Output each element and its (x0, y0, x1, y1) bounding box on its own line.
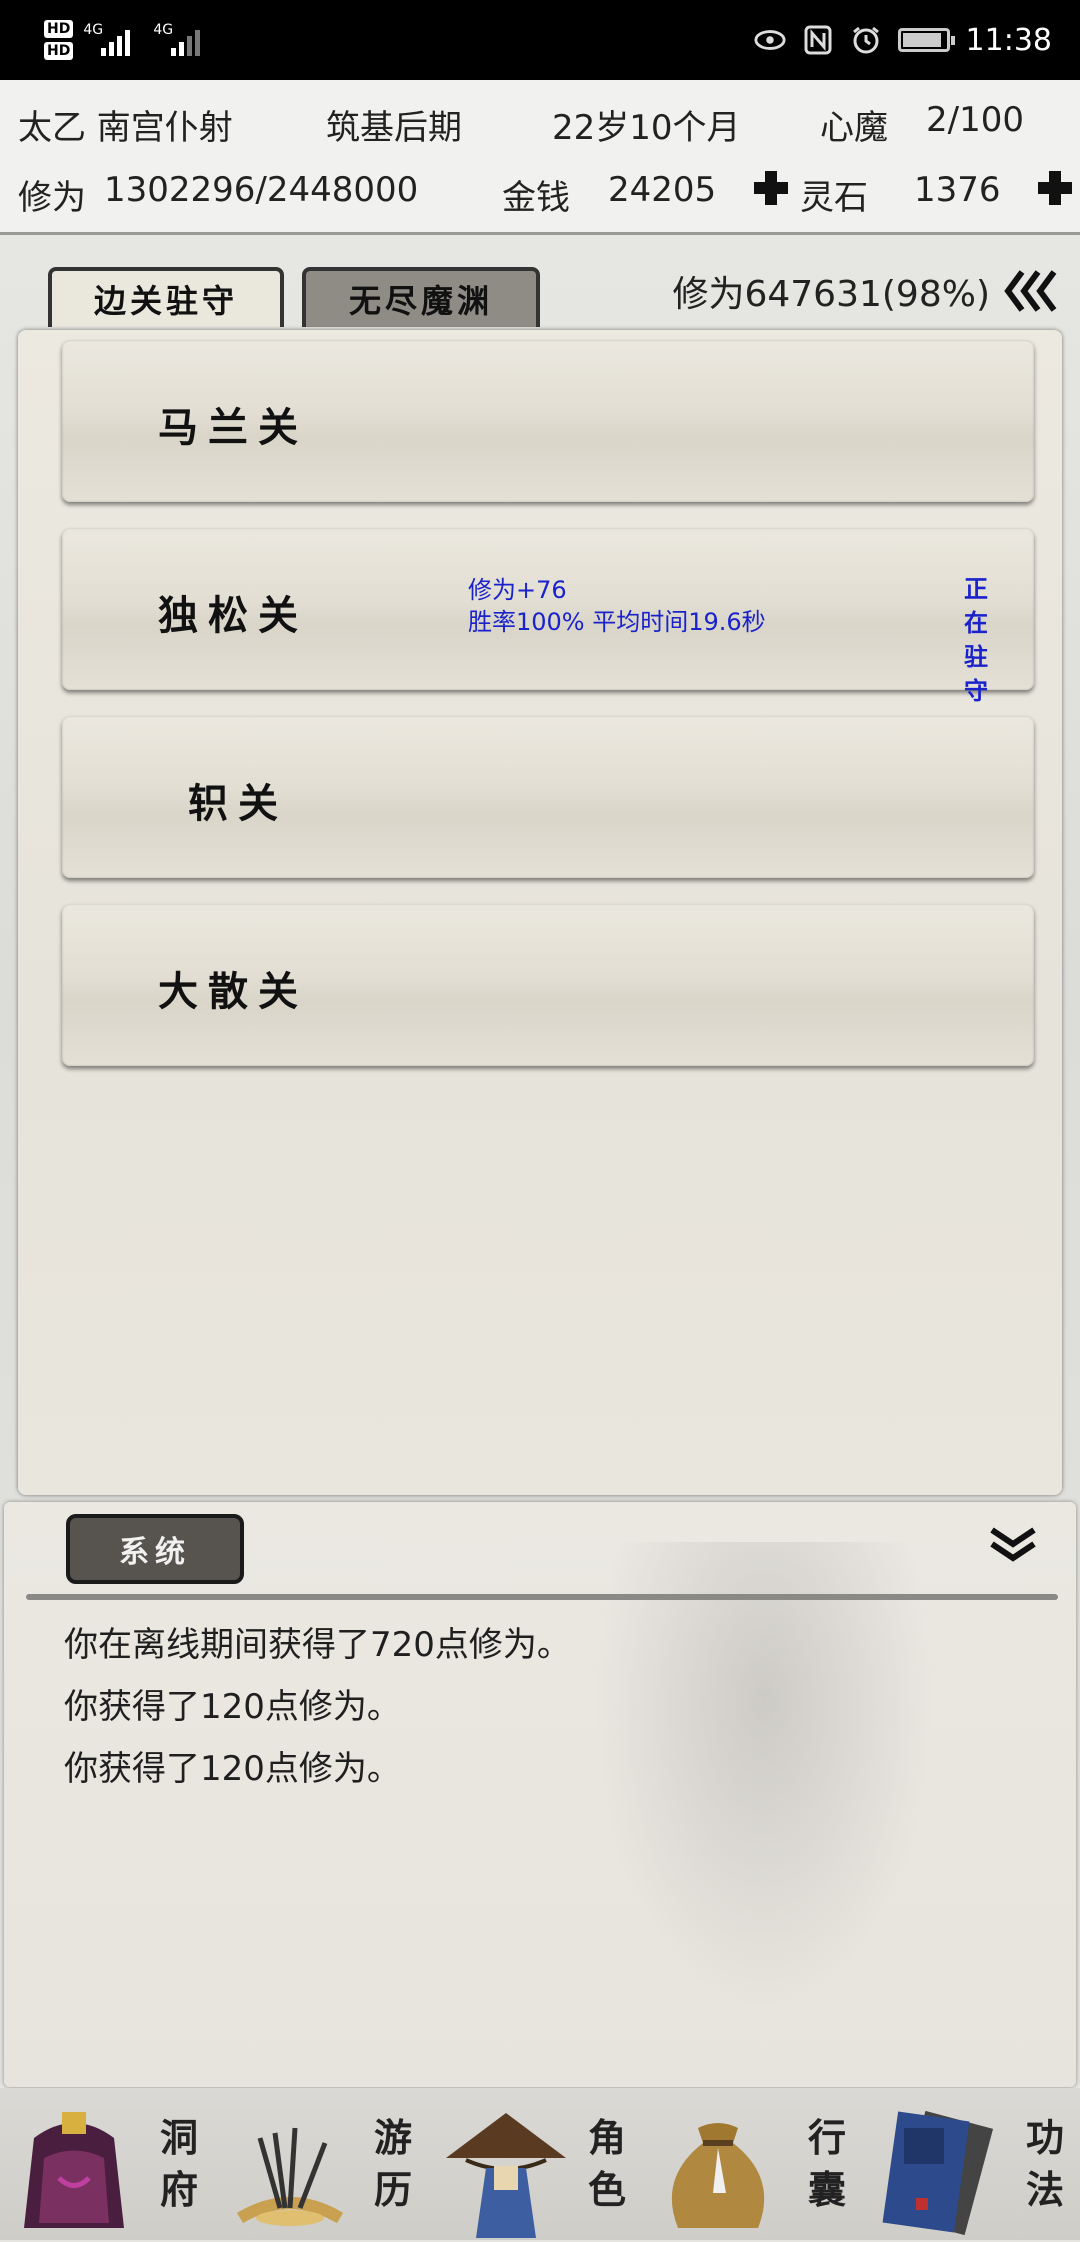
nfc-icon (802, 24, 834, 56)
pass-list-panel: 马兰关 独松关 修为+76 胜率100% 平均时间19.6秒 正在驻守 轵关 大… (18, 330, 1062, 1495)
clock: 11:38 (965, 22, 1052, 58)
double-chevron-down-icon[interactable] (986, 1524, 1040, 1564)
battery-icon (897, 28, 955, 52)
pass-card-malan[interactable]: 马兰关 (62, 340, 1034, 502)
nav-label: 游历 (373, 2115, 412, 2212)
log-messages: 你在离线期间获得了720点修为。 你获得了120点修为。 你获得了120点修为。 (64, 1614, 571, 1800)
pass-reward: 修为+76 (468, 576, 567, 604)
money-value: 24205 (608, 170, 717, 210)
pass-name: 轵关 (188, 780, 288, 827)
pass-card-zhi[interactable]: 轵关 (62, 716, 1034, 878)
signal-1-icon: 4G (83, 20, 143, 60)
message-log-panel: 系统 你在离线期间获得了720点修为。 你获得了120点修为。 你获得了120点… (4, 1502, 1076, 2087)
nav-label: 行囊 (807, 2115, 846, 2212)
player-name: 太乙 南宫仆射 (18, 108, 233, 148)
log-message: 你在离线期间获得了720点修为。 (64, 1625, 571, 1665)
pass-name: 大散关 (158, 968, 308, 1015)
nav-character[interactable]: 角色 (432, 2088, 648, 2240)
alarm-icon (850, 24, 882, 56)
money-label: 金钱 (502, 178, 570, 218)
plus-icon (752, 169, 790, 207)
heart-demon-value: 2/100 (926, 100, 1024, 140)
nav-cave-dwelling[interactable]: 洞府 (0, 2088, 216, 2240)
player-info-row-1: 太乙 南宫仆射 筑基后期 22岁10个月 心魔 2/100 (0, 88, 1080, 158)
pass-card-dusong[interactable]: 独松关 修为+76 胜率100% 平均时间19.6秒 正在驻守 (62, 528, 1034, 705)
character-icon (436, 2098, 576, 2238)
bag-icon (648, 2098, 788, 2238)
nav-label: 洞府 (159, 2115, 198, 2212)
player-info-header: 太乙 南宫仆射 筑基后期 22岁10个月 心魔 2/100 修为 1302296… (0, 80, 1080, 235)
cave-dwelling-icon (4, 2098, 144, 2238)
cultivation-progress: 修为647631(98%) (672, 274, 990, 315)
player-age: 22岁10个月 (552, 108, 741, 148)
heart-demon-label: 心魔 (820, 108, 888, 148)
pass-name: 马兰关 (158, 404, 308, 451)
tab-endless-abyss[interactable]: 无尽魔渊 (302, 267, 540, 327)
pass-card-dasan[interactable]: 大散关 (62, 904, 1034, 1066)
spirit-stone-label: 灵石 (800, 178, 868, 218)
pass-stats: 胜率100% 平均时间19.6秒 (468, 608, 766, 636)
nav-bag[interactable]: 行囊 (648, 2088, 864, 2240)
cultivation-label: 修为 (18, 178, 86, 218)
hd-badge-1: HD (44, 20, 74, 38)
nav-travel[interactable]: 游历 (216, 2088, 432, 2240)
eye-icon (754, 24, 786, 56)
log-message: 你获得了120点修为。 (64, 1687, 401, 1727)
add-money-button[interactable] (752, 166, 790, 207)
log-divider (26, 1594, 1058, 1600)
ink-painting-decoration (564, 1542, 964, 2062)
triple-chevron-left-icon[interactable] (1004, 268, 1060, 314)
hd-badges: HD HD (44, 20, 74, 60)
pass-status: 正在驻守 (964, 574, 996, 705)
log-message: 你获得了120点修为。 (64, 1749, 401, 1789)
signal-2-icon: 4G (153, 20, 213, 60)
bottom-navigation: 洞府 游历 角色 行囊 功法 (0, 2088, 1080, 2240)
plus-icon (1036, 169, 1074, 207)
system-channel-button[interactable]: 系统 (66, 1514, 244, 1584)
pass-name: 独松关 (158, 592, 308, 639)
cultivation-value: 1302296/2448000 (104, 170, 419, 210)
pass-info: 修为+76 胜率100% 平均时间19.6秒 (468, 574, 766, 638)
tab-border-guard[interactable]: 边关驻守 (48, 267, 284, 327)
signal-indicators: HD HD 4G 4G (44, 10, 213, 70)
nav-manual[interactable]: 功法 (864, 2088, 1080, 2240)
player-info-row-2: 修为 1302296/2448000 金钱 24205 灵石 1376 (0, 158, 1080, 228)
travel-icon (220, 2098, 360, 2238)
add-spirit-stone-button[interactable] (1036, 166, 1074, 207)
nav-label: 角色 (587, 2115, 626, 2212)
status-right: 11:38 (754, 0, 1052, 80)
spirit-stone-value: 1376 (914, 170, 1001, 210)
player-realm: 筑基后期 (326, 108, 462, 148)
status-bar: HD HD 4G 4G 11:38 (0, 0, 1080, 80)
manual-book-icon (870, 2098, 1010, 2238)
hd-badge-2: HD (44, 42, 74, 60)
nav-label: 功法 (1025, 2115, 1064, 2212)
